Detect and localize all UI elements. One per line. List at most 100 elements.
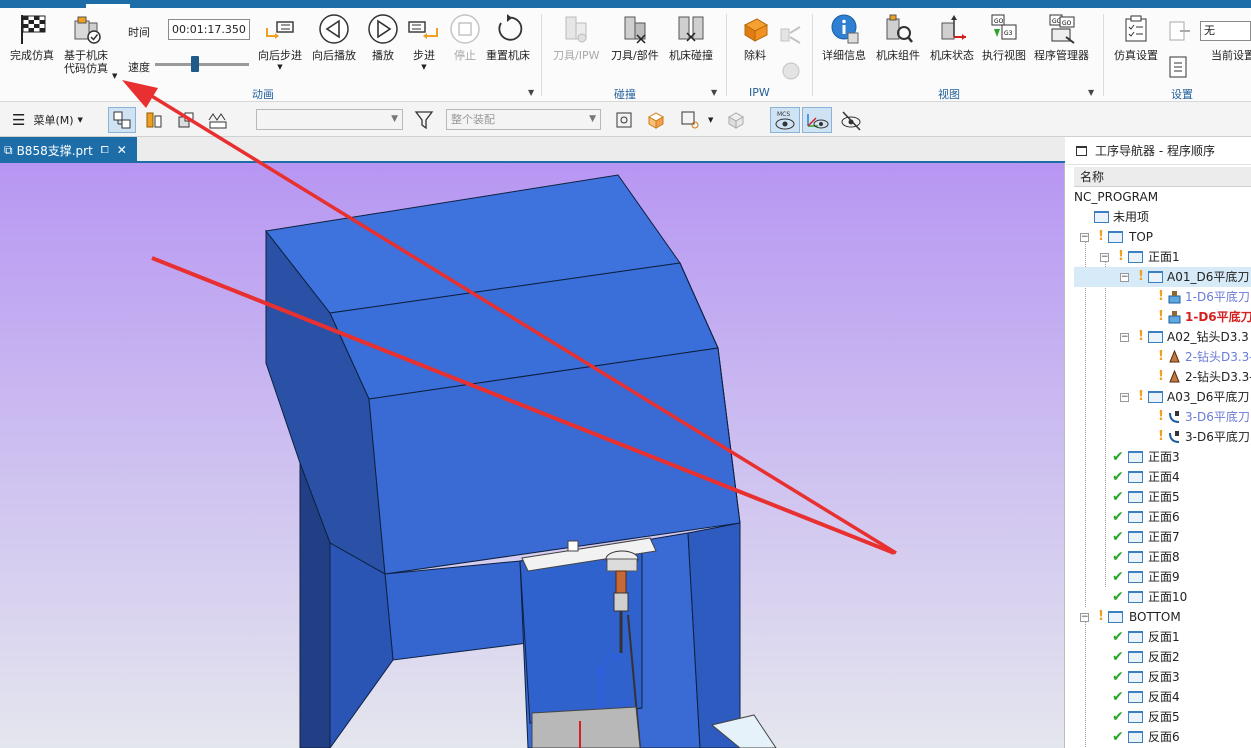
selection-scope-icon[interactable] <box>676 107 704 133</box>
tool-ipw-button[interactable]: 刀具/IPW <box>553 12 599 62</box>
speed-slider-track[interactable] <box>155 63 249 66</box>
tree-row[interactable]: ✔ 正面10 <box>1074 587 1251 607</box>
machine-state-button[interactable]: 机床状态 <box>930 12 974 62</box>
machine-code-simulation-button[interactable]: 基于机床 代码仿真 ▼ <box>64 12 117 80</box>
tree-row[interactable]: ✔ 正面8 <box>1074 547 1251 567</box>
reset-machine-button[interactable]: 重置机床 <box>486 12 530 62</box>
group-divider <box>812 14 813 96</box>
chevron-down-icon: ▼ <box>589 114 596 124</box>
box-select-icon[interactable] <box>642 107 670 133</box>
check-icon: ✔ <box>1112 669 1124 685</box>
finish-simulation-button[interactable]: 完成仿真 <box>10 12 54 62</box>
filter-icon[interactable] <box>410 107 438 133</box>
collapse-icon[interactable]: − <box>1120 333 1129 342</box>
program-manager-icon: GO GO <box>1045 12 1079 46</box>
method-view-icon[interactable] <box>204 107 232 133</box>
exec-view-button[interactable]: GO G3 执行视图 <box>982 12 1026 62</box>
menu-button[interactable]: ☰ 菜单(M) ▼ <box>12 107 83 133</box>
tree-row[interactable]: ✔ 反面4 <box>1074 687 1251 707</box>
tree-row-label: 反面3 <box>1148 670 1180 684</box>
document-tab[interactable]: ⧉ B858支撑.prt ⧠ ✕ <box>0 137 137 163</box>
assembly-scope-combo[interactable]: 整个装配 ▼ <box>446 109 601 130</box>
tree-row[interactable]: ✔ 反面1 <box>1074 627 1251 647</box>
stop-button[interactable]: 停止 <box>448 12 482 62</box>
tree-row[interactable]: ✔ 正面7 <box>1074 527 1251 547</box>
tree-row[interactable]: ✔ 正面3 <box>1074 447 1251 467</box>
simulation-settings-button[interactable]: 仿真设置 <box>1114 12 1158 62</box>
settings-export-icon[interactable] <box>1166 18 1192 44</box>
collapse-icon[interactable]: − <box>1120 393 1129 402</box>
tree-row[interactable]: ✔ 反面5 <box>1074 707 1251 727</box>
view-tree-icon[interactable] <box>108 107 136 133</box>
tool-part-button[interactable]: 刀具/部件 <box>611 12 659 62</box>
collapse-icon[interactable]: − <box>1120 273 1129 282</box>
time-field[interactable]: 00:01:17.350 <box>168 19 250 40</box>
step-back-label: 向后步进 <box>258 49 302 62</box>
tree-row-label: 正面6 <box>1148 510 1180 524</box>
tree-row[interactable]: ! 3-D6平底刀 <box>1074 407 1251 427</box>
tree-row[interactable]: ! 1-D6平底刀 <box>1074 307 1251 327</box>
current-settings-label[interactable]: 当前设置 <box>1211 47 1251 63</box>
play-icon <box>366 12 400 46</box>
hide-path-icon[interactable] <box>836 107 866 133</box>
speed-slider-thumb[interactable] <box>191 56 200 72</box>
type-filter-combo[interactable]: ▼ <box>256 109 403 130</box>
tree-row[interactable]: −! A02_钻头D3.3 <box>1074 327 1251 347</box>
tree-row[interactable]: −! A01_D6平底刀 <box>1074 267 1251 287</box>
tree-row[interactable]: −! 正面1 <box>1074 247 1251 267</box>
collapse-icon[interactable]: − <box>1080 613 1089 622</box>
tree-row[interactable]: ✔ 正面4 <box>1074 467 1251 487</box>
show-hide-icon[interactable] <box>722 107 750 133</box>
tree-row[interactable]: −! A03_D6平底刀 <box>1074 387 1251 407</box>
play-back-button[interactable]: 向后播放 <box>312 12 356 62</box>
step-back-button[interactable]: 向后步进 ▼ <box>258 12 302 72</box>
tree-row[interactable]: ✔ 正面5 <box>1074 487 1251 507</box>
tree-row-label: A03_D6平底刀 <box>1167 390 1250 404</box>
tree-row[interactable]: NC_PROGRAM <box>1074 187 1251 207</box>
program-view-icon[interactable] <box>140 107 168 133</box>
wcs-visibility-icon[interactable] <box>802 107 832 133</box>
chevron-down-icon[interactable]: ▼ <box>528 88 534 97</box>
tree-row[interactable]: ✔ 反面3 <box>1074 667 1251 687</box>
machine-collision-button[interactable]: 机床碰撞 <box>669 12 713 62</box>
window-icon[interactable] <box>1076 145 1087 156</box>
machine-component-button[interactable]: 机床组件 <box>876 12 920 62</box>
close-icon[interactable]: ✕ <box>117 143 127 157</box>
chevron-down-icon[interactable]: ▼ <box>711 88 717 97</box>
remove-material-button[interactable]: 除料 <box>738 12 772 62</box>
chevron-down-icon[interactable]: ▼ <box>708 107 713 133</box>
tree-row[interactable]: ✔ 正面6 <box>1074 507 1251 527</box>
tree-row[interactable]: ✔ 反面6 <box>1074 727 1251 747</box>
none-field[interactable]: 无 <box>1200 21 1251 41</box>
step-button[interactable]: 步进 ▼ <box>407 12 441 72</box>
geometry-view-icon[interactable] <box>172 107 200 133</box>
chevron-down-icon[interactable]: ▼ <box>421 62 426 72</box>
settings-list-icon[interactable] <box>1166 54 1192 80</box>
external-window-icon[interactable]: ⧠ <box>101 145 109 156</box>
tree-row[interactable]: −! BOTTOM <box>1074 607 1251 627</box>
chevron-down-icon[interactable]: ▼ <box>112 70 117 83</box>
tree-row[interactable]: ! 2-钻头D3.3- <box>1074 367 1251 387</box>
warning-icon: ! <box>1098 229 1104 244</box>
tree-row[interactable]: ✔ 正面9 <box>1074 567 1251 587</box>
snap-point-icon[interactable] <box>610 107 638 133</box>
chevron-down-icon[interactable]: ▼ <box>277 62 282 72</box>
graphics-viewport[interactable]: ZM ZC <box>0 163 1065 748</box>
tree-row-label: 正面9 <box>1148 570 1180 584</box>
tree-row[interactable]: ! 3-D6平底刀 <box>1074 427 1251 447</box>
details-button[interactable]: 详细信息 <box>822 12 866 62</box>
collapse-icon[interactable]: − <box>1080 233 1089 242</box>
tree-row-label: 正面5 <box>1148 490 1180 504</box>
mcs-visibility-icon[interactable]: MCS <box>770 107 800 133</box>
column-header-name[interactable]: 名称 <box>1074 167 1251 187</box>
play-button[interactable]: 播放 <box>366 12 400 62</box>
model-column-shadow <box>329 542 394 748</box>
program-manager-button[interactable]: GO GO 程序管理器 <box>1034 12 1089 62</box>
tree-row[interactable]: −! TOP <box>1074 227 1251 247</box>
tree-row[interactable]: 未用项 <box>1074 207 1251 227</box>
collapse-icon[interactable]: − <box>1100 253 1109 262</box>
chevron-down-icon[interactable]: ▼ <box>1088 88 1094 97</box>
tree-row[interactable]: ! 2-钻头D3.3- <box>1074 347 1251 367</box>
tree-row[interactable]: ✔ 反面2 <box>1074 647 1251 667</box>
tree-row[interactable]: ! 1-D6平底刀 <box>1074 287 1251 307</box>
